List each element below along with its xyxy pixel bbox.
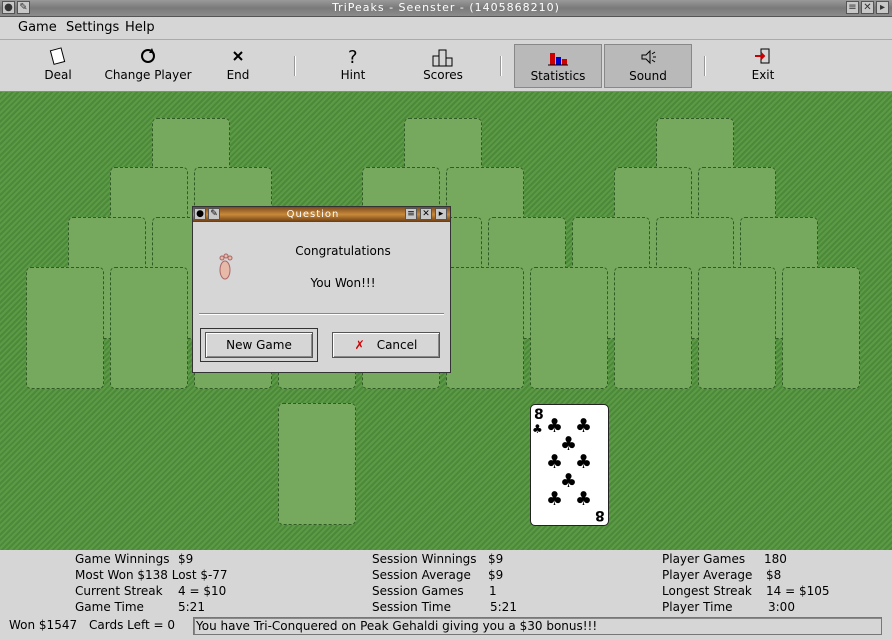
- cancel-label: Cancel: [376, 338, 418, 352]
- dialog-message-line1: Congratulations: [295, 244, 391, 258]
- player-time-value: 3:00: [768, 600, 795, 614]
- shade-icon[interactable]: ≡: [846, 1, 859, 14]
- deal-label: Deal: [44, 68, 72, 82]
- menu-game[interactable]: Game: [18, 20, 57, 35]
- statistics-label: Statistics: [530, 69, 586, 83]
- exit-button[interactable]: Exit: [740, 44, 786, 88]
- session-games-value: 1: [489, 584, 497, 598]
- exit-label: Exit: [751, 68, 775, 82]
- club-icon: ♣: [546, 488, 564, 510]
- dialog-title: Question: [286, 209, 340, 220]
- deal-button[interactable]: Deal: [30, 44, 86, 88]
- scores-label: Scores: [423, 68, 463, 82]
- hint-button[interactable]: ? Hint: [328, 44, 378, 88]
- dialog-divider: [199, 313, 444, 315]
- x-icon: [233, 51, 243, 61]
- cancel-button[interactable]: ✗ Cancel: [332, 332, 440, 358]
- session-average-label: Session Average: [372, 568, 471, 582]
- club-icon: ♣: [575, 488, 593, 510]
- stock-pile[interactable]: [278, 403, 356, 525]
- session-winnings-value: $9: [488, 552, 504, 566]
- cards-left: Cards Left = 0: [89, 618, 176, 632]
- podium-icon: [432, 49, 453, 67]
- player-average-label: Player Average: [662, 568, 753, 582]
- player-games-label: Player Games: [662, 552, 746, 566]
- dialog-app-icon: ✎: [208, 208, 220, 220]
- club-icon: ♣: [532, 422, 543, 436]
- refresh-icon: [141, 48, 155, 63]
- dialog-shade-icon[interactable]: ≡: [405, 208, 417, 220]
- sound-label: Sound: [629, 69, 667, 83]
- most-won-lost: Most Won $138 Lost $-77: [75, 568, 228, 582]
- statistics-panel: Game Winnings $9 Most Won $138 Lost $-77…: [0, 551, 892, 617]
- player-average-value: $8: [766, 568, 782, 582]
- exit-icon: [755, 48, 770, 64]
- sound-button[interactable]: Sound: [604, 44, 692, 88]
- toolbar: Deal Change Player End ? Hint Scores Sta…: [0, 40, 892, 92]
- longest-streak-value: 14 = $105: [766, 584, 830, 598]
- toolbar-separator: [704, 56, 706, 76]
- end-button[interactable]: End: [214, 44, 262, 88]
- status-message: You have Tri-Conquered on Peak Gehaldi g…: [193, 617, 882, 635]
- speaker-icon: [641, 49, 656, 65]
- statistics-button[interactable]: Statistics: [514, 44, 602, 88]
- card-slot[interactable]: [530, 267, 608, 389]
- dialog-close-icon[interactable]: ✕: [420, 208, 432, 220]
- svg-text:?: ?: [348, 47, 358, 68]
- card-slot[interactable]: [698, 267, 776, 389]
- current-streak-value: 4 = $10: [178, 584, 227, 598]
- toolbar-separator: [500, 56, 502, 76]
- menu-help[interactable]: Help: [125, 20, 155, 35]
- dialog-menu-icon[interactable]: ●: [194, 208, 206, 220]
- waste-card: 8 ♣ ♣ ♣ ♣ ♣ ♣ ♣ ♣ ♣ 8: [530, 404, 609, 526]
- card-slot[interactable]: [446, 267, 524, 389]
- window-title: TriPeaks - Seenster - (1405868210): [332, 1, 560, 14]
- scroll-right-icon[interactable]: ▸: [876, 1, 889, 14]
- game-winnings-label: Game Winnings: [75, 552, 170, 566]
- change-player-button[interactable]: Change Player: [100, 44, 196, 88]
- session-time-value: 5:21: [490, 600, 517, 614]
- card-slot[interactable]: [110, 267, 188, 389]
- session-time-label: Session Time: [372, 600, 451, 614]
- deal-icon: [49, 47, 66, 65]
- question-icon: ?: [348, 47, 358, 68]
- cancel-x-icon: ✗: [354, 338, 365, 352]
- game-time-value: 5:21: [178, 600, 205, 614]
- status-bar: Won $1547 Cards Left = 0 You have Tri-Co…: [0, 616, 892, 640]
- session-winnings-label: Session Winnings: [372, 552, 477, 566]
- card-slot[interactable]: [782, 267, 860, 389]
- card-slot[interactable]: [614, 267, 692, 389]
- scores-button[interactable]: Scores: [416, 44, 470, 88]
- menu-bar: Game Settings Help: [0, 17, 892, 40]
- session-games-label: Session Games: [372, 584, 464, 598]
- hint-label: Hint: [340, 68, 366, 82]
- new-game-button[interactable]: New Game: [205, 332, 313, 358]
- club-icon: ♣: [575, 415, 593, 437]
- dialog-message-line2: You Won!!!: [310, 276, 376, 290]
- card-slot[interactable]: [26, 267, 104, 389]
- club-icon: ♣: [575, 451, 593, 473]
- player-time-label: Player Time: [662, 600, 733, 614]
- question-dialog: ● ✎ Question ≡ ✕ ▸ Congratulations You W…: [192, 206, 451, 373]
- window-titlebar[interactable]: ● ✎ TriPeaks - Seenster - (1405868210) ≡…: [0, 0, 892, 17]
- won-total: Won $1547: [9, 618, 78, 632]
- current-streak-label: Current Streak: [75, 584, 163, 598]
- longest-streak-label: Longest Streak: [662, 584, 752, 598]
- game-time-label: Game Time: [75, 600, 144, 614]
- session-average-value: $9: [488, 568, 504, 582]
- game-winnings-value: $9: [178, 552, 194, 566]
- card-rank-bottom: 8: [595, 507, 605, 523]
- player-games-value: 180: [764, 552, 787, 566]
- end-label: End: [226, 68, 250, 82]
- dialog-scroll-icon[interactable]: ▸: [435, 208, 447, 220]
- dialog-titlebar[interactable]: ● ✎ Question ≡ ✕ ▸: [193, 207, 450, 222]
- footprint-icon: [219, 253, 233, 280]
- close-icon[interactable]: ✕: [861, 1, 874, 14]
- bar-chart-icon: [548, 53, 568, 66]
- toolbar-separator: [294, 56, 296, 76]
- menu-settings[interactable]: Settings: [66, 20, 119, 35]
- change-player-label: Change Player: [104, 68, 192, 82]
